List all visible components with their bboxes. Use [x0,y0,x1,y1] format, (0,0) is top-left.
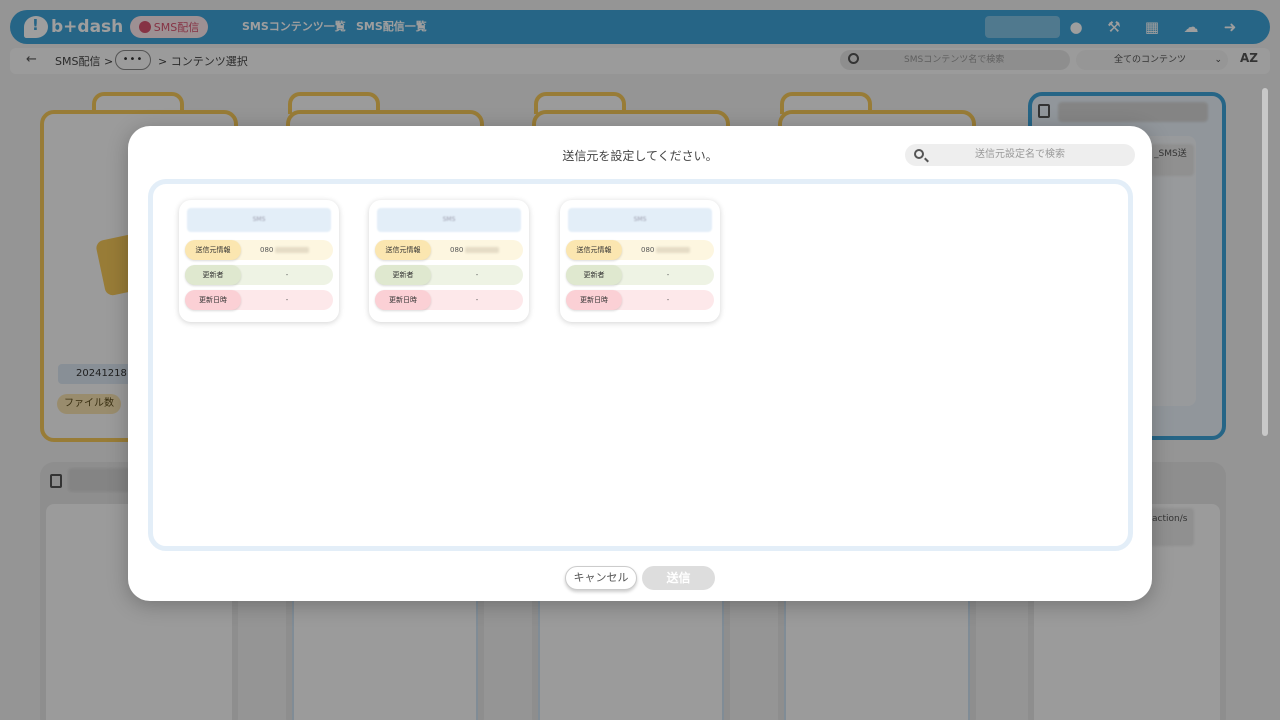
sender-info-label: 送信元情報 [566,240,622,260]
sender-updater-value: - [285,271,289,279]
sender-info-row: 送信元情報 080 [375,240,523,260]
sender-info-value: 080 [622,240,714,260]
sender-info-value: 080 [241,240,333,260]
sender-card[interactable]: SMS 送信元情報 080 更新者 - 更新日時 - [369,200,529,322]
page-scrollbar[interactable] [1262,88,1268,436]
search-icon [914,149,924,159]
sender-updated-value: - [666,296,670,304]
sender-info-label: 送信元情報 [185,240,241,260]
sender-phone-prefix: 080 [641,246,655,254]
sender-card[interactable]: SMS 送信元情報 080 更新者 - 更新日時 - [179,200,339,322]
sender-updated-label: 更新日時 [375,290,431,310]
sender-name: SMS [377,208,521,232]
sender-info-label: 送信元情報 [375,240,431,260]
sender-card[interactable]: SMS 送信元情報 080 更新者 - 更新日時 - [560,200,720,322]
sender-updated-label: 更新日時 [566,290,622,310]
cancel-button[interactable]: キャンセル [565,566,637,590]
sender-phone-masked [656,247,691,253]
sender-updater-label: 更新者 [375,265,431,285]
sender-updater-row: 更新者 - [375,265,523,285]
sender-updater-value: - [475,271,479,279]
sender-updated-row: 更新日時 - [566,290,714,310]
sender-select-modal: 送信元を設定してください。 送信元設定名で検索 SMS 送信元情報 080 更新… [128,126,1152,601]
sender-updater-row: 更新者 - [566,265,714,285]
sender-updated-value: - [285,296,289,304]
sender-updater-label: 更新者 [566,265,622,285]
sender-search-placeholder: 送信元設定名で検索 [975,149,1065,160]
sender-updated-value: - [475,296,479,304]
sender-updated-row: 更新日時 - [185,290,333,310]
sender-info-row: 送信元情報 080 [185,240,333,260]
sender-phone-prefix: 080 [450,246,464,254]
sender-updated-row: 更新日時 - [375,290,523,310]
sender-name: SMS [187,208,331,232]
sender-updater-row: 更新者 - [185,265,333,285]
sender-list: SMS 送信元情報 080 更新者 - 更新日時 - SMS 送信元情報 080… [148,179,1133,551]
sender-name: SMS [568,208,712,232]
send-button[interactable]: 送信 [642,566,715,590]
sender-updated-label: 更新日時 [185,290,241,310]
sender-updater-label: 更新者 [185,265,241,285]
sender-search-input[interactable]: 送信元設定名で検索 [905,144,1135,166]
sender-phone-masked [275,247,310,253]
sender-info-row: 送信元情報 080 [566,240,714,260]
sender-info-value: 080 [431,240,523,260]
sender-phone-prefix: 080 [260,246,274,254]
sender-phone-masked [465,247,500,253]
sender-updater-value: - [666,271,670,279]
